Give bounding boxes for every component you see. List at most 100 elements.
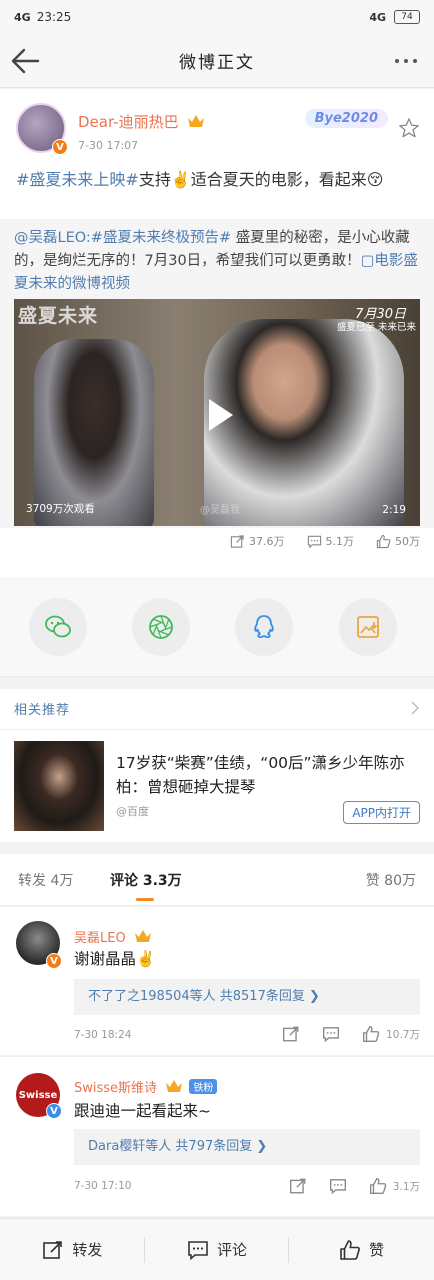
tab-likes[interactable]: 赞 80万 xyxy=(366,870,416,890)
comment-icon[interactable] xyxy=(329,1177,347,1195)
repost-icon xyxy=(43,1240,63,1259)
comment-icon[interactable] xyxy=(322,1025,340,1043)
page-title: 微博正文 xyxy=(179,53,255,73)
thumbs-up-icon xyxy=(340,1239,361,1260)
comment-like-count: 3.1万 xyxy=(392,1180,420,1193)
comment-button[interactable]: 评论 xyxy=(145,1219,290,1280)
comment-time: 7-30 17:10 xyxy=(74,1180,132,1192)
verified-badge: V xyxy=(46,1103,62,1119)
chevron-right-icon[interactable] xyxy=(410,701,420,715)
verified-badge: V xyxy=(46,953,62,969)
reply-summary[interactable]: 不了了之198504等人 共8517条回复 ❯ xyxy=(74,979,420,1015)
like-label: 赞 xyxy=(369,1241,385,1259)
share-qq-button[interactable] xyxy=(235,598,293,656)
favorite-star-icon[interactable] xyxy=(398,117,420,139)
tab-reposts[interactable]: 转发 4万 xyxy=(18,870,73,890)
video-duration: 2:19 xyxy=(382,504,406,516)
crown-icon xyxy=(188,115,205,127)
save-image-icon xyxy=(357,616,379,638)
open-in-app-button[interactable]: APP内打开 xyxy=(343,801,420,824)
comment-like-count: 10.7万 xyxy=(386,1028,420,1041)
related-source: @百度 xyxy=(116,805,149,818)
repost-text: @吴磊LEO:#盛夏未来终极预告# 盛夏里的秘密，是小心收藏的，是绚烂无序的！7… xyxy=(14,227,420,296)
network-indicator: 4G xyxy=(14,10,31,24)
like-count[interactable]: 50万 xyxy=(376,533,420,549)
play-icon[interactable] xyxy=(199,395,239,435)
divider xyxy=(0,729,434,730)
thumbs-up-icon xyxy=(363,1026,380,1042)
comment-text: 跟迪迪一起看起来~ xyxy=(74,1102,211,1120)
repost-block[interactable]: @吴磊LEO:#盛夏未来终极预告# 盛夏里的秘密，是小心收藏的，是绚烂无序的！7… xyxy=(0,219,434,528)
network-indicator-right: 4G xyxy=(369,10,386,24)
repost-count[interactable]: 37.6万 xyxy=(230,533,285,549)
repost-topic[interactable]: #盛夏未来终极预告# xyxy=(91,230,231,246)
fan-badge: 铁粉 xyxy=(189,1079,218,1094)
comment-actions: 3.1万 xyxy=(289,1177,420,1195)
comment-actions: 10.7万 xyxy=(282,1025,420,1043)
comment-icon xyxy=(188,1240,208,1260)
video-player[interactable]: 盛夏未来 7月30日 盛夏已至 未来已来 3709万次观看 @吴磊我 2:19 xyxy=(14,299,420,526)
commenter-name[interactable]: Swisse斯维诗 铁粉 xyxy=(74,1077,218,1096)
qq-icon xyxy=(254,615,274,639)
post-author-name: Dear-迪丽热巴 xyxy=(78,113,179,131)
repost-icon xyxy=(230,534,244,548)
repost-count-value: 37.6万 xyxy=(249,535,285,548)
crown-icon xyxy=(166,1080,183,1092)
related-section: 相关推荐 17岁获“柴赛”佳绩，“00后”潇乡少年陈亦柏：曾想砸掉大提琴 @百度… xyxy=(0,689,434,842)
decoration-badge: Bye2020 xyxy=(304,109,388,128)
like-count-value: 50万 xyxy=(395,535,420,548)
thumbs-up-icon xyxy=(376,534,391,548)
comment-like[interactable]: 10.7万 xyxy=(362,1025,420,1043)
crown-icon xyxy=(134,930,151,942)
moments-icon xyxy=(149,615,173,639)
comment-like[interactable]: 3.1万 xyxy=(369,1177,420,1195)
comment-icon xyxy=(307,535,321,548)
post-body: 支持✌️适合夏天的电影，看起来😚 xyxy=(138,170,384,189)
status-time: 23:25 xyxy=(36,10,72,24)
video-subtitle-overlay: 盛夏已至 未来已来 xyxy=(336,322,416,333)
comment-count-value: 5.1万 xyxy=(325,535,355,548)
post-card: V Dear-迪丽热巴 7-30 17:07 Bye2020 #盛夏未来上映#支… xyxy=(0,89,434,577)
post-topic-link[interactable]: #盛夏未来上映# xyxy=(16,170,139,189)
comment-tabs: 转发 4万 评论 3.3万 赞 80万 xyxy=(0,854,434,906)
video-views: 3709万次观看 xyxy=(26,503,95,515)
status-bar: 4G 23:25 4G 74 xyxy=(0,0,434,34)
comment-item: Swisse V Swisse斯维诗 铁粉 跟迪迪一起看起来~ Dara樱轩等人… xyxy=(0,1056,434,1216)
nav-bar: 微博正文 xyxy=(0,34,434,88)
post-author[interactable]: Dear-迪丽热巴 xyxy=(78,111,205,132)
share-row xyxy=(0,577,434,677)
comment-time: 7-30 18:24 xyxy=(74,1029,132,1041)
active-tab-indicator xyxy=(136,898,154,901)
reply-summary[interactable]: Dara樱轩等人 共797条回复 ❯ xyxy=(74,1129,420,1165)
repost-icon[interactable] xyxy=(289,1177,307,1195)
post-counts: 37.6万 5.1万 50万 xyxy=(230,533,420,549)
commenter-name-text: Swisse斯维诗 xyxy=(74,1081,158,1096)
video-title-overlay: 盛夏未来 xyxy=(18,305,99,327)
related-header: 相关推荐 xyxy=(14,703,71,718)
comment-text: 谢谢晶晶✌️ xyxy=(74,950,156,968)
avatar-logo-text: Swisse xyxy=(18,1089,58,1101)
commenter-name[interactable]: 吴磊LEO xyxy=(74,927,152,946)
comment-count[interactable]: 5.1万 xyxy=(307,533,355,549)
related-thumbnail[interactable] xyxy=(14,741,104,831)
thumbs-up-icon xyxy=(369,1178,387,1194)
video-watermark: @吴磊我 xyxy=(200,505,240,516)
more-options-icon[interactable] xyxy=(388,46,424,76)
wechat-icon xyxy=(45,615,71,638)
verified-badge: V xyxy=(52,139,68,155)
repost-icon[interactable] xyxy=(282,1025,300,1043)
share-moments-button[interactable] xyxy=(132,598,190,656)
comment-item: V 吴磊LEO 谢谢晶晶✌️ 不了了之198504等人 共8517条回复 ❯ 7… xyxy=(0,907,434,1055)
video-figure-left xyxy=(34,339,154,526)
comment-label: 评论 xyxy=(217,1241,248,1259)
share-wechat-button[interactable] xyxy=(29,598,87,656)
tab-comments[interactable]: 评论 3.3万 xyxy=(110,870,182,890)
back-arrow-icon[interactable] xyxy=(8,44,44,78)
repost-mention[interactable]: @吴磊LEO: xyxy=(14,230,91,246)
post-text: #盛夏未来上映#支持✌️适合夏天的电影，看起来😚 xyxy=(16,167,422,193)
like-button[interactable]: 赞 xyxy=(289,1219,434,1280)
save-image-button[interactable] xyxy=(339,598,397,656)
related-title[interactable]: 17岁获“柴赛”佳绩，“00后”潇乡少年陈亦柏：曾想砸掉大提琴 xyxy=(116,751,416,799)
post-time: 7-30 17:07 xyxy=(78,139,139,152)
repost-button[interactable]: 转发 xyxy=(0,1219,145,1280)
